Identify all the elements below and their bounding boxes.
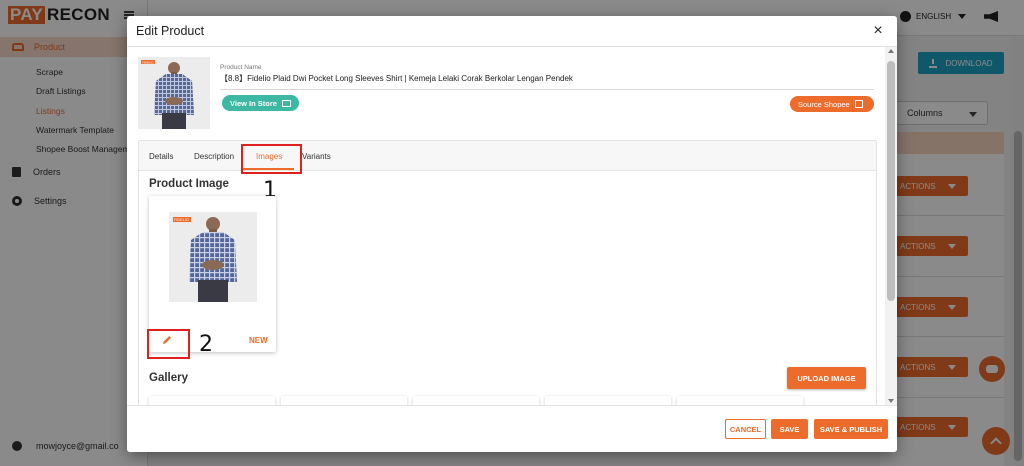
product-image-title: Product Image — [149, 178, 229, 190]
product-image: FIDELIO — [169, 212, 257, 302]
product-name-label: Product Name — [220, 64, 262, 71]
modal-scrollbar[interactable] — [885, 47, 897, 405]
close-icon[interactable]: × — [871, 23, 885, 39]
gallery-slot[interactable] — [281, 396, 407, 405]
brand-mark: FIDELIO — [142, 60, 154, 64]
gallery-slot[interactable] — [677, 396, 803, 405]
tab-details[interactable]: Details — [149, 152, 173, 161]
store-icon — [281, 99, 291, 107]
gallery-slot[interactable] — [545, 396, 671, 405]
external-link-icon — [854, 100, 863, 108]
shirt-photo: FIDELIO — [138, 57, 210, 129]
cancel-button[interactable]: CANCEL — [725, 419, 766, 439]
source-shopee-button[interactable]: Source Shopee — [790, 96, 874, 112]
modal-body: FIDELIO Product Name 【8.8】Fidelio Plaid … — [127, 47, 897, 405]
view-in-store-button[interactable]: View In Store — [222, 95, 299, 111]
scroll-up-arrow-icon[interactable] — [888, 49, 894, 53]
modal-header: Edit Product × — [127, 16, 897, 47]
view-in-store-label: View In Store — [230, 98, 277, 108]
product-name-divider — [220, 89, 874, 90]
save-button[interactable]: SAVE — [771, 419, 808, 439]
product-thumbnail: FIDELIO — [138, 57, 210, 129]
scrollbar-thumb[interactable] — [887, 61, 895, 301]
tab-variants[interactable]: Variants — [302, 152, 331, 161]
scroll-down-arrow-icon[interactable] — [888, 399, 894, 403]
callout-number-2: 2 — [199, 332, 213, 357]
tab-description[interactable]: Description — [194, 152, 234, 161]
edit-product-modal: Edit Product × FIDELIO Product Name 【8.8… — [127, 16, 897, 452]
upload-image-button[interactable]: UPLOAD IMAGE — [787, 367, 866, 389]
new-badge: NEW — [249, 336, 268, 345]
shirt-photo: FIDELIO — [169, 212, 257, 302]
modal-footer: CANCEL SAVE SAVE & PUBLISH — [127, 405, 897, 452]
save-publish-button[interactable]: SAVE & PUBLISH — [814, 419, 888, 439]
brand-mark: FIDELIO — [174, 218, 189, 222]
modal-title: Edit Product — [136, 24, 205, 38]
product-name: 【8.8】Fidelio Plaid Dwi Pocket Long Sleev… — [220, 74, 573, 83]
product-panel: Details Description Images Variants 1 Pr… — [138, 140, 877, 405]
source-shopee-label: Source Shopee — [798, 99, 850, 109]
callout-box-edit-image — [147, 329, 190, 359]
gallery-slot[interactable] — [413, 396, 539, 405]
gallery-slot[interactable] — [149, 396, 275, 405]
gallery-title: Gallery — [149, 372, 188, 384]
callout-box-images-tab — [241, 144, 302, 174]
